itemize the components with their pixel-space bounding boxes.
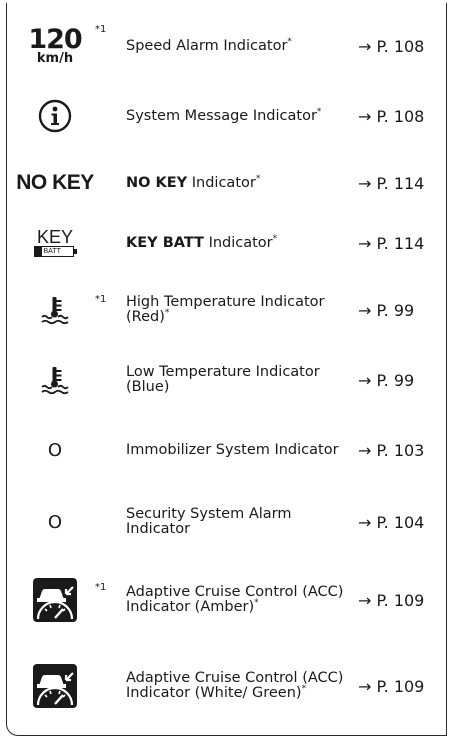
indicator-label: Low Temperature Indicator (Blue): [126, 364, 320, 395]
small-circle-icon: O: [47, 439, 63, 461]
page-reference-link[interactable]: → P. 99: [358, 371, 414, 390]
indicator-label: Immobilizer System Indicator: [126, 441, 339, 458]
page-reference-link[interactable]: → P. 108: [358, 107, 424, 126]
no-key-icon: NO KEY: [16, 171, 94, 194]
indicator-label: System Message Indicator*: [126, 106, 322, 124]
footnote-marker: *1: [95, 294, 107, 305]
page-reference-link[interactable]: → P. 114: [358, 174, 424, 193]
row-immobilizer: O Immobilizer System Indicator → P. 103: [0, 422, 454, 478]
page-reference-link[interactable]: → P. 109: [358, 591, 424, 610]
adaptive-cruise-icon: [10, 568, 100, 632]
page-reference-link[interactable]: → P. 104: [358, 513, 424, 532]
indicator-label: Speed Alarm Indicator*: [126, 36, 292, 54]
indicator-label: Adaptive Cruise Control (ACC) Indicator …: [126, 584, 344, 615]
footnote-marker: *1: [95, 24, 107, 35]
row-no-key: NO KEY NO KEY Indicator* → P. 114: [0, 160, 454, 206]
adaptive-cruise-icon: [10, 650, 100, 722]
indicator-label: NO KEY Indicator*: [126, 173, 261, 191]
page-reference-link[interactable]: → P. 103: [358, 441, 424, 460]
key-battery-icon: KEY BATT: [10, 218, 100, 268]
indicator-label: Adaptive Cruise Control (ACC) Indicator …: [126, 670, 344, 701]
row-security-alarm: O Security System Alarm Indicator → P. 1…: [0, 494, 454, 550]
indicator-label: High Temperature Indicator (Red)*: [126, 294, 325, 325]
row-acc-white-green: Adaptive Cruise Control (ACC) Indicator …: [0, 650, 454, 722]
row-speed-alarm: 120 km/h *1 Speed Alarm Indicator* → P. …: [0, 18, 454, 74]
page-reference-link[interactable]: → P. 109: [358, 677, 424, 696]
row-acc-amber: *1 Adaptive Cruise Control (ACC) Indicat…: [0, 568, 454, 632]
indicator-label: Security System Alarm Indicator: [126, 506, 292, 537]
row-system-message: System Message Indicator* → P. 108: [0, 88, 454, 144]
page-reference-link[interactable]: → P. 99: [358, 301, 414, 320]
page-reference-link[interactable]: → P. 108: [358, 37, 424, 56]
page-reference-link[interactable]: → P. 114: [358, 234, 424, 253]
row-low-temperature: Low Temperature Indicator (Blue) → P. 99: [0, 352, 454, 408]
footnote-marker: *1: [95, 582, 107, 593]
row-key-batt: KEY BATT KEY BATT Indicator* → P. 114: [0, 218, 454, 268]
coolant-temperature-icon: [10, 352, 100, 408]
speed-120-icon: 120 km/h: [28, 23, 82, 66]
indicator-label: KEY BATT Indicator*: [126, 233, 278, 251]
row-high-temperature: *1 High Temperature Indicator (Red)* → P…: [0, 282, 454, 338]
info-circle-icon: [10, 88, 100, 144]
small-circle-icon: O: [47, 511, 63, 533]
coolant-temperature-icon: [10, 282, 100, 338]
